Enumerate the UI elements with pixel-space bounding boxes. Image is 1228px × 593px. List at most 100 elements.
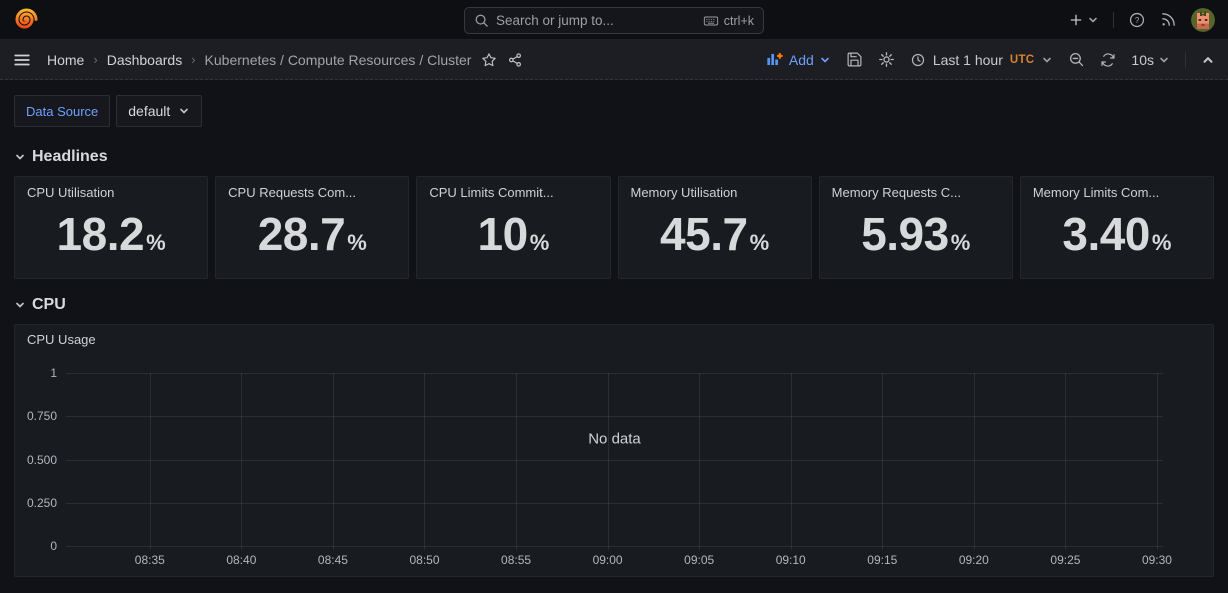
x-axis-tick-label: 08:55	[501, 553, 531, 567]
toolbar-divider	[1185, 52, 1186, 68]
refresh-interval-picker[interactable]: 10s	[1131, 52, 1170, 68]
user-avatar[interactable]	[1191, 8, 1215, 32]
timezone-label: UTC	[1010, 54, 1035, 66]
x-gridline	[241, 373, 242, 550]
save-dashboard-icon[interactable]	[846, 51, 863, 68]
y-gridline	[66, 373, 1163, 374]
y-axis-tick-label: 1	[50, 366, 57, 380]
share-icon[interactable]	[507, 52, 523, 68]
search-input[interactable]: Search or jump to... ctrl+k	[464, 7, 764, 34]
y-axis-tick-label: 0.250	[27, 496, 57, 510]
plus-icon	[1068, 12, 1084, 28]
x-axis-tick-label: 09:05	[684, 553, 714, 567]
top-navigation-bar: Search or jump to... ctrl+k	[0, 0, 1228, 40]
help-icon[interactable]: ?	[1128, 11, 1146, 29]
y-gridline	[66, 503, 1163, 504]
star-icon[interactable]	[481, 52, 497, 68]
stat-panel-title[interactable]: CPU Limits Commit...	[429, 185, 597, 200]
stat-value: 18.2%	[57, 211, 166, 257]
stat-panel-cpu-limits: CPU Limits Commit... 10%	[416, 176, 610, 279]
chevron-down-icon	[1087, 14, 1099, 26]
stat-panel-title[interactable]: CPU Utilisation	[27, 185, 195, 200]
chevron-down-icon	[14, 151, 26, 163]
section-title: CPU	[32, 296, 66, 314]
dashboard-toolbar: Home › Dashboards › Kubernetes / Compute…	[0, 40, 1228, 80]
x-axis-tick-label: 09:20	[959, 553, 989, 567]
x-axis-tick-label: 08:50	[409, 553, 439, 567]
new-menu-button[interactable]	[1068, 12, 1099, 28]
stat-panel-memory-utilisation: Memory Utilisation 45.7%	[618, 176, 812, 279]
stat-panel-title[interactable]: CPU Requests Com...	[228, 185, 396, 200]
stat-value: 3.40%	[1062, 211, 1171, 257]
section-headlines[interactable]: Headlines	[14, 131, 1214, 176]
x-axis-tick-label: 08:40	[226, 553, 256, 567]
x-gridline	[608, 373, 609, 550]
breadcrumb-separator: ›	[93, 52, 97, 67]
stat-value: 5.93%	[861, 211, 970, 257]
stat-value: 45.7%	[660, 211, 769, 257]
x-axis-tick-label: 08:35	[135, 553, 165, 567]
x-gridline	[1065, 373, 1066, 550]
breadcrumb-current-dashboard: Kubernetes / Compute Resources / Cluster	[205, 52, 472, 68]
datasource-variable-select[interactable]: default	[116, 95, 202, 127]
x-gridline	[974, 373, 975, 550]
panel-title[interactable]: CPU Usage	[27, 332, 96, 347]
stat-value: 10%	[478, 211, 550, 257]
plot-area: No data 10.7500.5000.250008:3508:4008:45…	[66, 373, 1163, 546]
section-cpu[interactable]: CPU	[14, 279, 1214, 324]
news-rss-icon[interactable]	[1160, 11, 1177, 28]
chevron-down-icon	[819, 54, 831, 66]
refresh-icon[interactable]	[1100, 52, 1116, 68]
stat-panel-title[interactable]: Memory Utilisation	[631, 185, 799, 200]
search-shortcut: ctrl+k	[703, 13, 754, 29]
stat-panel-title[interactable]: Memory Requests C...	[832, 185, 1000, 200]
y-gridline	[66, 416, 1163, 417]
stat-panel-title[interactable]: Memory Limits Com...	[1033, 185, 1201, 200]
x-axis-tick-label: 09:00	[593, 553, 623, 567]
menu-hamburger-icon[interactable]	[13, 51, 31, 69]
grafana-app: Search or jump to... ctrl+k	[0, 0, 1228, 593]
breadcrumb-home[interactable]: Home	[47, 52, 84, 68]
x-gridline	[1157, 373, 1158, 550]
y-axis-tick-label: 0	[50, 539, 57, 553]
breadcrumb: Home › Dashboards › Kubernetes / Compute…	[47, 52, 471, 68]
add-label: Add	[789, 52, 814, 68]
x-gridline	[424, 373, 425, 550]
variables-row: Data Source default	[14, 95, 1214, 127]
zoom-out-icon[interactable]	[1068, 51, 1085, 68]
x-gridline	[333, 373, 334, 550]
clock-icon	[910, 52, 926, 68]
datasource-variable-value: default	[128, 103, 170, 119]
x-axis-tick-label: 09:30	[1142, 553, 1172, 567]
x-gridline	[150, 373, 151, 550]
dashboard-canvas: Data Source default Headlines CPU Utilis…	[0, 80, 1228, 593]
chevron-down-icon	[178, 105, 190, 117]
search-placeholder: Search or jump to...	[496, 13, 696, 28]
y-axis-tick-label: 0.500	[27, 453, 57, 467]
cpu-usage-panel: CPU Usage No data 10.7500.5000.250008:35…	[14, 324, 1214, 577]
section-title: Headlines	[32, 148, 108, 166]
x-axis-tick-label: 09:10	[776, 553, 806, 567]
svg-text:?: ?	[1135, 15, 1140, 24]
time-range-picker[interactable]: Last 1 hour UTC	[910, 52, 1054, 68]
refresh-interval-label: 10s	[1131, 52, 1154, 68]
settings-gear-icon[interactable]	[878, 51, 895, 68]
stat-panel-cpu-utilisation: CPU Utilisation 18.2%	[14, 176, 208, 279]
stat-value: 28.7%	[258, 211, 367, 257]
time-range-label: Last 1 hour	[933, 52, 1003, 68]
no-data-message: No data	[588, 430, 641, 447]
keyboard-icon	[703, 13, 719, 29]
datasource-variable-label[interactable]: Data Source	[14, 95, 110, 127]
chevron-down-icon	[14, 299, 26, 311]
breadcrumb-dashboards[interactable]: Dashboards	[107, 52, 183, 68]
collapse-chevron-up-icon[interactable]	[1201, 53, 1215, 67]
x-axis-tick-label: 09:25	[1050, 553, 1080, 567]
x-gridline	[882, 373, 883, 550]
stat-panel-memory-requests: Memory Requests C... 5.93%	[819, 176, 1013, 279]
y-gridline	[66, 460, 1163, 461]
add-panel-button[interactable]: Add	[765, 50, 831, 69]
add-panel-icon	[765, 50, 784, 69]
y-gridline	[66, 546, 1163, 547]
search-icon	[474, 13, 489, 28]
grafana-logo-icon[interactable]	[13, 7, 39, 33]
